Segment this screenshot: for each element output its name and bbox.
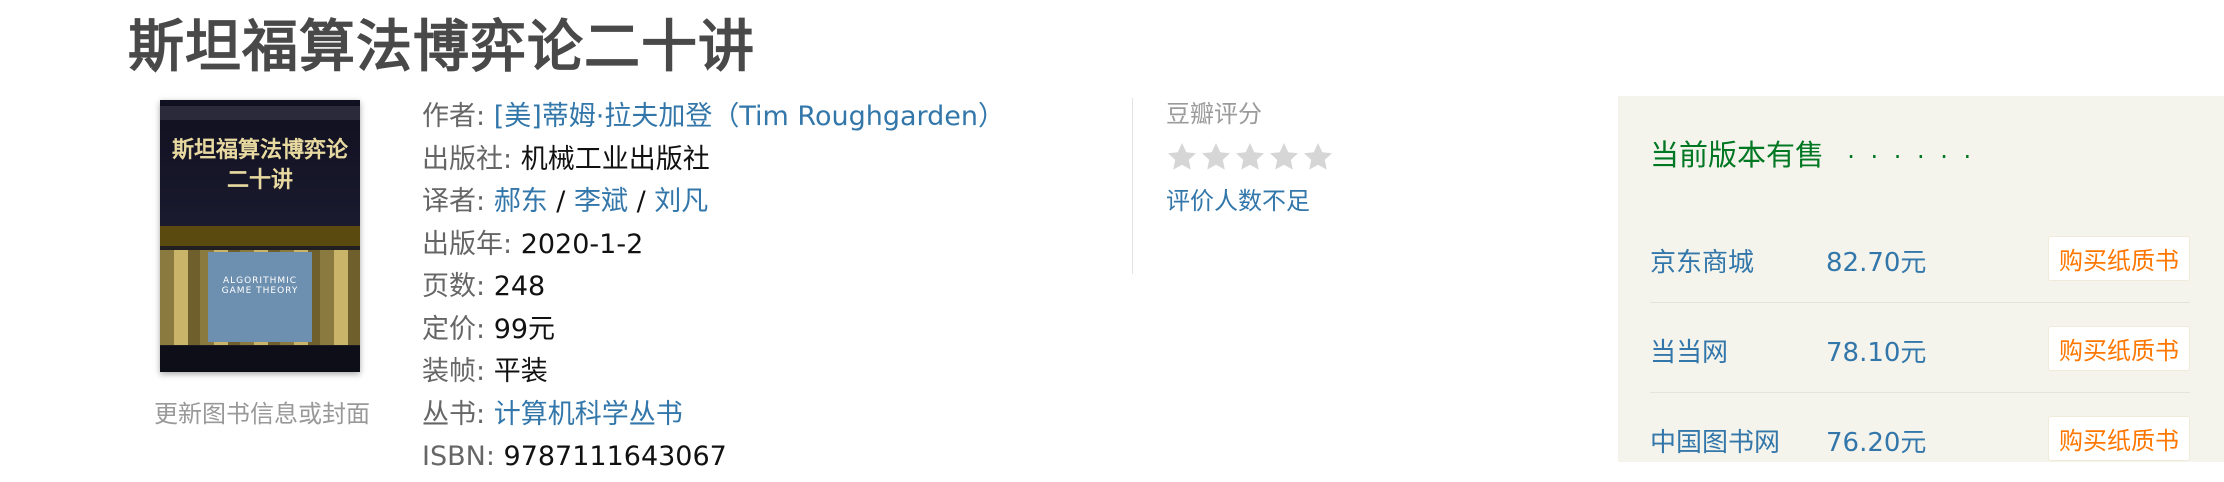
- star-icon: [1168, 143, 1196, 170]
- info-row-binding: 装帧: 平装: [422, 351, 1005, 394]
- info-row-isbn: ISBN: 9787111643067: [422, 436, 1005, 479]
- buy-panel: 当前版本有售 · · · · · · 京东商城 82.70元 购买纸质书 当当网…: [1618, 96, 2224, 462]
- info-row-author: 作者: [美]蒂姆·拉夫加登（Tim Roughgarden）: [422, 96, 1005, 139]
- store-name-link[interactable]: 中国图书网: [1650, 422, 1780, 459]
- series-link[interactable]: 计算机科学丛书: [494, 399, 683, 430]
- cover-top-band: [160, 106, 360, 120]
- store-name-link[interactable]: 京东商城: [1650, 242, 1754, 279]
- buy-paper-book-button[interactable]: 购买纸质书: [2048, 236, 2190, 281]
- translator-separator: /: [636, 186, 646, 217]
- rating-stars: [1166, 141, 1336, 177]
- star-icon: [1304, 143, 1332, 170]
- price-label: 定价:: [422, 313, 486, 345]
- store-row: 京东商城 82.70元 购买纸质书: [1650, 212, 2190, 303]
- rating-title: 豆瓣评分: [1166, 100, 1262, 128]
- cover-title: 斯坦福算法博弈论二十讲: [171, 138, 348, 193]
- buy-panel-title: 当前版本有售 · · · · · ·: [1650, 132, 1975, 174]
- info-row-translator: 译者: 郝东 / 李斌 / 刘凡: [422, 181, 1005, 224]
- info-row-price: 定价: 99元: [422, 309, 1005, 352]
- store-name-link[interactable]: 当当网: [1650, 332, 1728, 369]
- translator-link[interactable]: 郝东: [494, 186, 548, 217]
- info-row-series: 丛书: 计算机科学丛书: [422, 394, 1005, 437]
- section-divider: [1132, 98, 1133, 274]
- buy-more-dots[interactable]: · · · · · ·: [1847, 143, 1975, 171]
- store-price-link[interactable]: 82.70元: [1826, 242, 1926, 279]
- buy-title-text: 当前版本有售: [1650, 138, 1825, 172]
- translator-separator: /: [556, 186, 566, 217]
- publisher-label: 出版社:: [422, 143, 513, 175]
- isbn-label: ISBN:: [422, 441, 495, 472]
- star-icon: [1236, 143, 1264, 170]
- insufficient-ratings-link[interactable]: 评价人数不足: [1166, 181, 1336, 216]
- translator-link[interactable]: 刘凡: [654, 186, 708, 217]
- binding-label: 装帧:: [422, 356, 486, 387]
- store-row: 中国图书网 76.20元 购买纸质书: [1650, 392, 2190, 482]
- store-row: 当当网 78.10元 购买纸质书: [1650, 302, 2190, 393]
- translator-link[interactable]: 李斌: [574, 186, 628, 217]
- cover-english-title: ALGORITHMIC GAME THEORY: [221, 276, 299, 296]
- price-value: 99元: [493, 313, 556, 345]
- buy-paper-book-button[interactable]: 购买纸质书: [2048, 416, 2190, 461]
- isbn-value: 9787111643067: [503, 441, 727, 472]
- rating-section: 豆瓣评分 评价人数不足: [1166, 94, 1336, 216]
- info-row-publisher: 出版社: 机械工业出版社: [422, 139, 1005, 182]
- update-book-info-link[interactable]: 更新图书信息或封面: [154, 394, 370, 429]
- author-link[interactable]: [美]蒂姆·拉夫加登（Tim Roughgarden）: [494, 101, 1005, 132]
- year-value: 2020-1-2: [520, 228, 644, 260]
- book-info: 作者: [美]蒂姆·拉夫加登（Tim Roughgarden） 出版社: 机械工…: [422, 96, 1005, 479]
- publisher-value: 机械工业出版社: [520, 143, 710, 175]
- store-price-link[interactable]: 76.20元: [1826, 422, 1926, 459]
- pages-value: 248: [493, 271, 546, 302]
- author-label: 作者:: [422, 101, 486, 132]
- store-price-link[interactable]: 78.10元: [1826, 332, 1926, 369]
- page-title: 斯坦福算法博弈论二十讲: [128, 15, 755, 80]
- translator-label: 译者:: [422, 186, 486, 217]
- series-label: 丛书:: [422, 398, 486, 430]
- binding-value: 平装: [493, 356, 548, 387]
- star-icon: [1202, 143, 1230, 170]
- year-label: 出版年:: [422, 228, 513, 260]
- cover-panel: ALGORITHMIC GAME THEORY: [208, 252, 312, 342]
- cover-footer: [160, 346, 360, 372]
- cover-stripe: [160, 226, 360, 246]
- info-row-pages: 页数: 248: [422, 266, 1005, 309]
- star-icon: [1270, 143, 1298, 170]
- buy-paper-book-button[interactable]: 购买纸质书: [2048, 326, 2190, 371]
- book-cover-image[interactable]: 斯坦福算法博弈论二十讲 ALGORITHMIC GAME THEORY: [160, 100, 360, 372]
- pages-label: 页数:: [422, 271, 486, 302]
- info-row-year: 出版年: 2020-1-2: [422, 224, 1005, 267]
